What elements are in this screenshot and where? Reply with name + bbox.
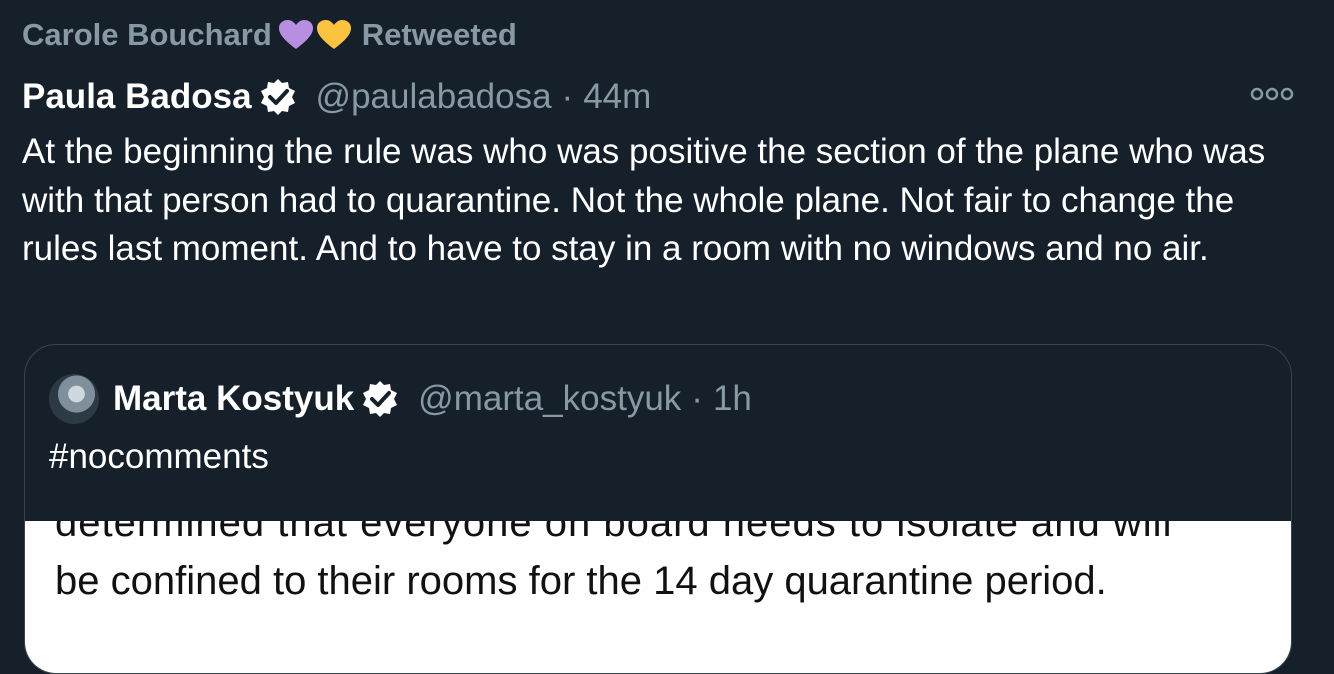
tweet-author-line: Paula Badosa @paulabadosa · 44m [22, 76, 651, 118]
quote-text[interactable]: #nocomments [49, 437, 269, 477]
purple-heart-icon [278, 19, 314, 51]
author-name[interactable]: Paula Badosa [22, 77, 252, 117]
more-options-icon[interactable] [1250, 84, 1294, 104]
quote-timestamp[interactable]: 1h [713, 379, 752, 419]
verified-badge-icon [360, 379, 400, 419]
tweet-text: At the beginning the rule was who was po… [22, 132, 1266, 268]
quote-image[interactable]: determined that everyone on board needs … [25, 521, 1291, 673]
tweet-timestamp[interactable]: 44m [583, 77, 651, 117]
separator-dot: · [561, 77, 574, 116]
retweeted-label: Retweeted [361, 17, 517, 52]
yellow-heart-icon [316, 19, 352, 51]
image-text-cut-line: determined that everyone on board needs … [55, 521, 1173, 545]
quote-author-line: Marta Kostyuk @marta_kostyuk · 1h [49, 373, 752, 425]
quote-author-handle[interactable]: @marta_kostyuk [418, 379, 681, 419]
quoted-tweet-card[interactable]: Marta Kostyuk @marta_kostyuk · 1h #nocom… [24, 344, 1292, 674]
avatar[interactable] [49, 374, 99, 424]
verified-badge-icon [258, 77, 298, 117]
image-text-line: be confined to their rooms for the 14 da… [55, 559, 1107, 603]
retweeter-name[interactable]: Carole Bouchard [22, 17, 272, 53]
quote-author-name[interactable]: Marta Kostyuk [113, 379, 354, 419]
retweet-context: Carole Bouchard Retweeted [22, 14, 517, 56]
author-handle[interactable]: @paulabadosa [316, 77, 552, 117]
separator-dot: · [691, 379, 703, 418]
